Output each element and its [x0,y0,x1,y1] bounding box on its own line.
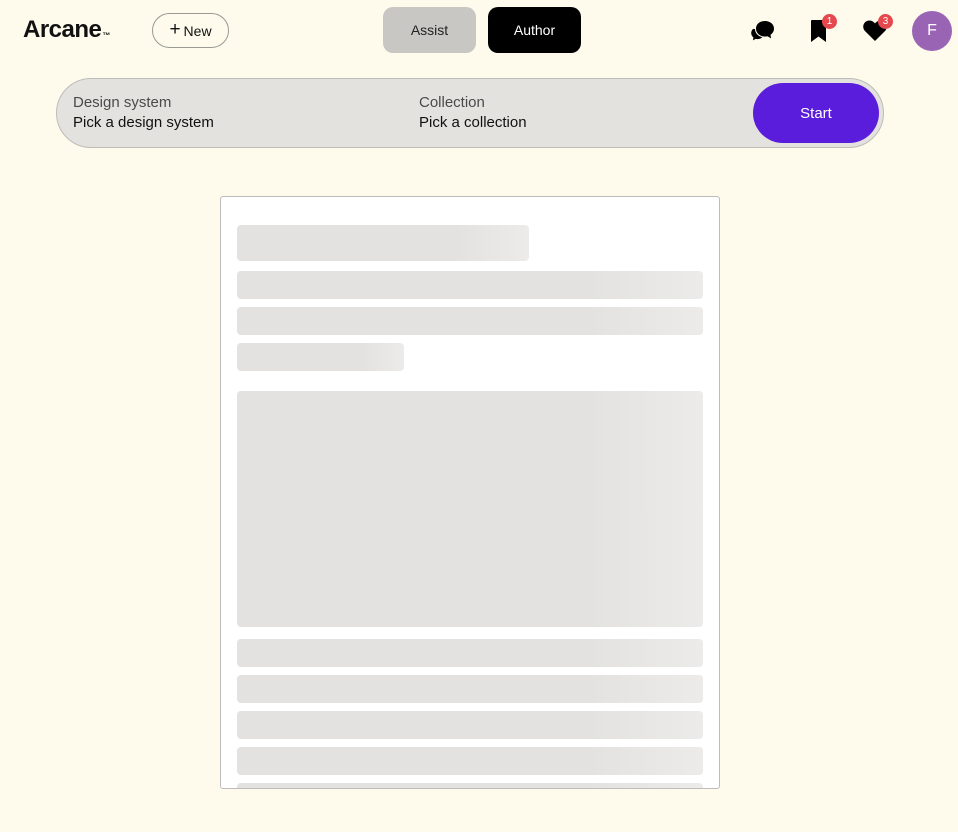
design-system-label: Design system [73,94,172,111]
avatar-initial: F [927,22,937,39]
tab-assist[interactable]: Assist [383,7,476,53]
app-logo[interactable]: Arcane™ [23,15,110,45]
new-button[interactable]: + New [152,13,229,48]
skeleton-line [237,675,703,703]
tab-author-label: Author [513,22,556,38]
likes-button[interactable]: 3 [862,14,893,46]
tab-author[interactable]: Author [488,7,581,53]
likes-badge: 3 [878,14,893,29]
chat-button[interactable] [750,14,778,46]
collection-field[interactable]: Collection Pick a collection [419,94,527,133]
skeleton-image [237,391,703,627]
start-button-label: Start [800,104,832,122]
design-system-field[interactable]: Design system Pick a design system [73,94,214,133]
bookmarks-badge: 1 [822,14,837,29]
preview-card [220,196,720,789]
skeleton-line-short [237,343,404,371]
skeleton-line [237,783,703,788]
skeleton-line [237,307,703,335]
skeleton-line [237,711,703,739]
skeleton-title [237,225,529,261]
collection-value: Pick a collection [419,114,527,131]
bookmarks-button[interactable]: 1 [806,14,837,46]
logo-trademark: ™ [102,31,110,40]
chat-bubbles-icon [751,21,774,41]
collection-label: Collection [419,94,485,111]
new-button-label: New [183,22,212,39]
design-picker-bar: Design system Pick a design system Colle… [56,78,884,148]
design-system-value: Pick a design system [73,114,214,131]
tab-assist-label: Assist [410,22,449,38]
plus-icon: + [169,18,181,40]
top-bar: Arcane™ + New Assist Author 1 3 F [0,0,958,62]
avatar[interactable]: F [912,11,952,51]
start-button[interactable]: Start [753,83,879,143]
skeleton-line [237,747,703,775]
logo-text: Arcane [23,16,102,43]
skeleton-line [237,271,703,299]
skeleton-line [237,639,703,667]
